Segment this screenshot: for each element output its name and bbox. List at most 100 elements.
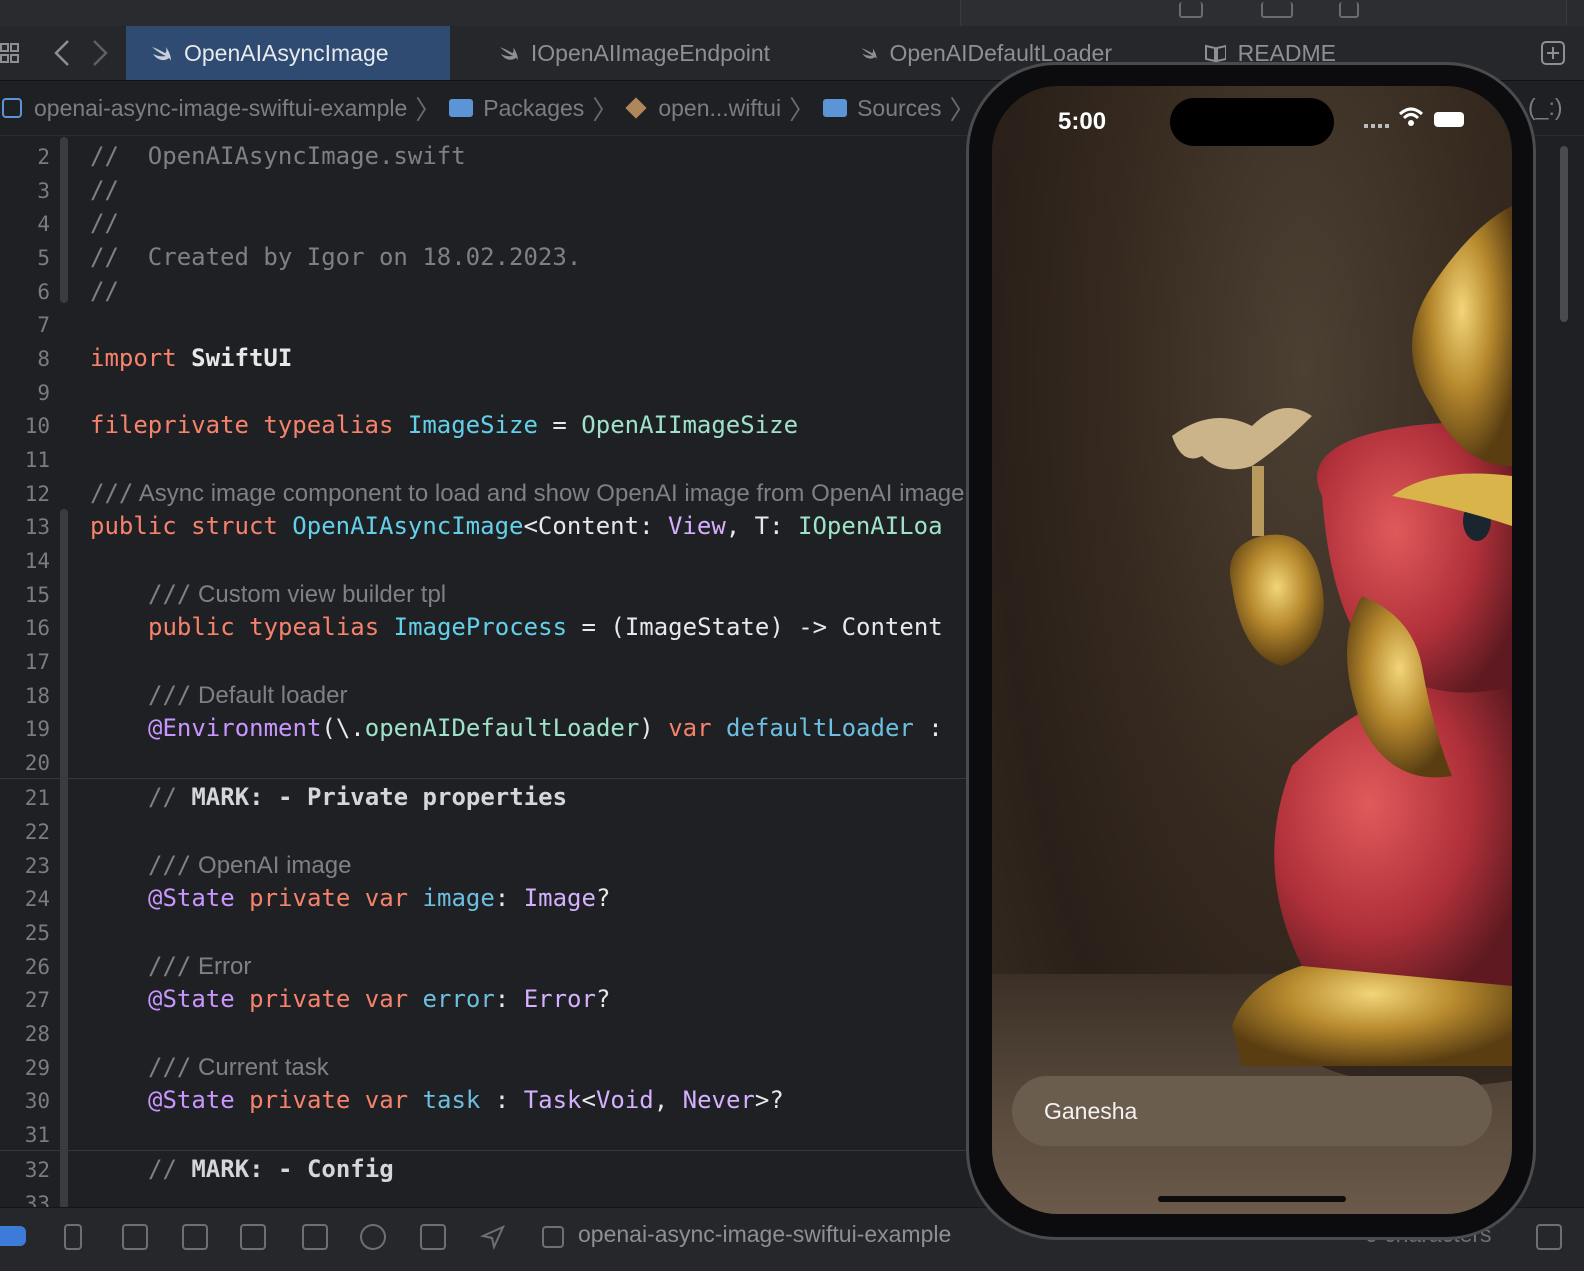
token: ) xyxy=(639,714,669,742)
grid-icon[interactable] xyxy=(0,26,22,80)
token: ImageSize xyxy=(393,411,538,439)
battery-icon xyxy=(1434,112,1464,127)
fold-ribbon[interactable] xyxy=(60,137,68,303)
token: @State xyxy=(148,1086,235,1114)
code-line-6: // xyxy=(90,277,119,305)
line-number: 23 xyxy=(24,854,50,878)
package-icon xyxy=(625,97,647,119)
token: : xyxy=(480,1086,524,1114)
code-line-21: // MARK: - Private properties xyxy=(148,780,567,814)
breadcrumb-separator-icon: 〉 xyxy=(415,94,442,125)
simulator-screen[interactable]: 5:00 Ganesha xyxy=(992,86,1512,1214)
token: var xyxy=(668,714,712,742)
environment-overrides-icon[interactable] xyxy=(420,1224,446,1250)
tab-iopenaiimageendpoint[interactable]: IOpenAIImageEndpoint xyxy=(474,26,794,80)
tab-label: OpenAIAsyncImage xyxy=(184,39,389,66)
memory-graph-icon[interactable] xyxy=(360,1224,386,1250)
token: OpenAIAsyncImage xyxy=(277,512,524,540)
step-out-icon[interactable] xyxy=(240,1224,266,1250)
line-number: 12 xyxy=(24,482,50,506)
token: error xyxy=(408,985,495,1013)
token: , T: xyxy=(725,512,799,540)
code-line-18: /// Default loader xyxy=(148,678,347,712)
code-line-16: public typealias ImageProcess = (ImageSt… xyxy=(148,610,943,644)
token: , xyxy=(653,1086,683,1114)
line-number: 11 xyxy=(24,448,50,472)
line-number: 3 xyxy=(37,179,50,203)
step-into-icon[interactable] xyxy=(182,1224,208,1250)
breadcrumb-trailing[interactable]: (_:) xyxy=(1528,94,1563,121)
token: ImageProcess xyxy=(379,613,568,641)
project-icon xyxy=(2,98,22,118)
scheme-label[interactable]: openai-async-image-swiftui-example xyxy=(578,1221,951,1248)
line-number: 6 xyxy=(37,280,50,304)
pause-icon[interactable] xyxy=(64,1224,82,1250)
mark-divider xyxy=(0,778,968,779)
token: MARK: - Private properties xyxy=(191,783,568,811)
folder-icon xyxy=(449,99,474,117)
console-toggle-icon[interactable] xyxy=(0,1226,26,1246)
line-number: 7 xyxy=(37,313,50,337)
location-icon[interactable] xyxy=(479,1224,506,1251)
view-hierarchy-icon[interactable] xyxy=(302,1224,328,1250)
line-number: 28 xyxy=(24,1022,50,1046)
add-editor-icon[interactable] xyxy=(1540,26,1566,80)
token: : xyxy=(913,714,943,742)
code-line-10: fileprivate typealias ImageSize = OpenAI… xyxy=(90,408,798,442)
code-line-27: @State private var error: Error? xyxy=(148,982,610,1016)
code-line-32: // MARK: - Config xyxy=(148,1152,394,1186)
folder-icon xyxy=(823,99,848,117)
panel-toggle-icon[interactable] xyxy=(1536,1224,1562,1250)
line-number: 29 xyxy=(24,1056,50,1080)
token: /// xyxy=(148,851,192,879)
token: @Environment xyxy=(148,714,322,742)
breadcrumb-sources[interactable]: Sources xyxy=(857,95,941,122)
code-line-29: /// Current task xyxy=(148,1050,329,1084)
breadcrumb-project[interactable]: openai-async-image-swiftui-example xyxy=(34,95,407,122)
token: Current task xyxy=(191,1054,329,1081)
token: MARK: - Config xyxy=(191,1155,394,1183)
home-icon[interactable] xyxy=(1179,2,1203,18)
tab-openaiasyncimage[interactable]: OpenAIAsyncImage xyxy=(126,26,450,80)
breadcrumb-package[interactable]: open...wiftui xyxy=(658,95,781,122)
breadcrumb-separator-icon: 〉 xyxy=(592,94,619,125)
fold-ribbon[interactable] xyxy=(60,509,68,1207)
line-number: 5 xyxy=(37,246,50,270)
tab-label: IOpenAIImageEndpoint xyxy=(530,39,770,66)
line-number: 15 xyxy=(24,583,50,607)
screenshot-icon[interactable] xyxy=(1261,2,1293,18)
token: /// xyxy=(148,952,192,980)
token: Custom view builder tpl xyxy=(191,581,447,608)
token: /// xyxy=(90,479,134,507)
token: Image xyxy=(523,884,596,912)
back-chevron-icon[interactable] xyxy=(52,26,72,80)
rotate-icon[interactable] xyxy=(1339,2,1359,18)
breadcrumb-packages[interactable]: Packages xyxy=(483,95,584,122)
code-editor[interactable]: 2 3 4 5 6 7 8 9 10 11 12 13 14 15 16 17 … xyxy=(0,137,968,1207)
token: ? xyxy=(595,985,611,1013)
token: Async image component to load and show O… xyxy=(133,480,965,507)
code-line-23: /// OpenAI image xyxy=(148,848,351,882)
scrollbar-thumb[interactable] xyxy=(1560,146,1568,322)
token: <Content: xyxy=(523,512,668,540)
token: private var xyxy=(234,884,409,912)
token: >? xyxy=(754,1086,784,1114)
token: task xyxy=(408,1086,481,1114)
token: = xyxy=(537,411,582,439)
code-line-30: @State private var task : Task<Void, Nev… xyxy=(148,1083,784,1117)
line-number: 8 xyxy=(37,347,50,371)
home-indicator[interactable] xyxy=(1158,1196,1346,1202)
token: ? xyxy=(595,884,611,912)
token: Default loader xyxy=(191,682,348,709)
line-number-gutter: 2 3 4 5 6 7 8 9 10 11 12 13 14 15 16 17 … xyxy=(0,137,58,1207)
token: Error xyxy=(523,985,596,1013)
forward-chevron-icon[interactable] xyxy=(90,26,110,80)
prompt-text-field[interactable]: Ganesha xyxy=(1012,1076,1492,1146)
line-number: 30 xyxy=(24,1089,50,1113)
token: // xyxy=(148,1155,192,1183)
token: OpenAIImageSize xyxy=(581,411,799,439)
token: SwiftUI xyxy=(176,344,293,372)
line-number: 17 xyxy=(24,650,50,674)
line-number: 22 xyxy=(24,820,50,844)
step-over-icon[interactable] xyxy=(122,1224,148,1250)
